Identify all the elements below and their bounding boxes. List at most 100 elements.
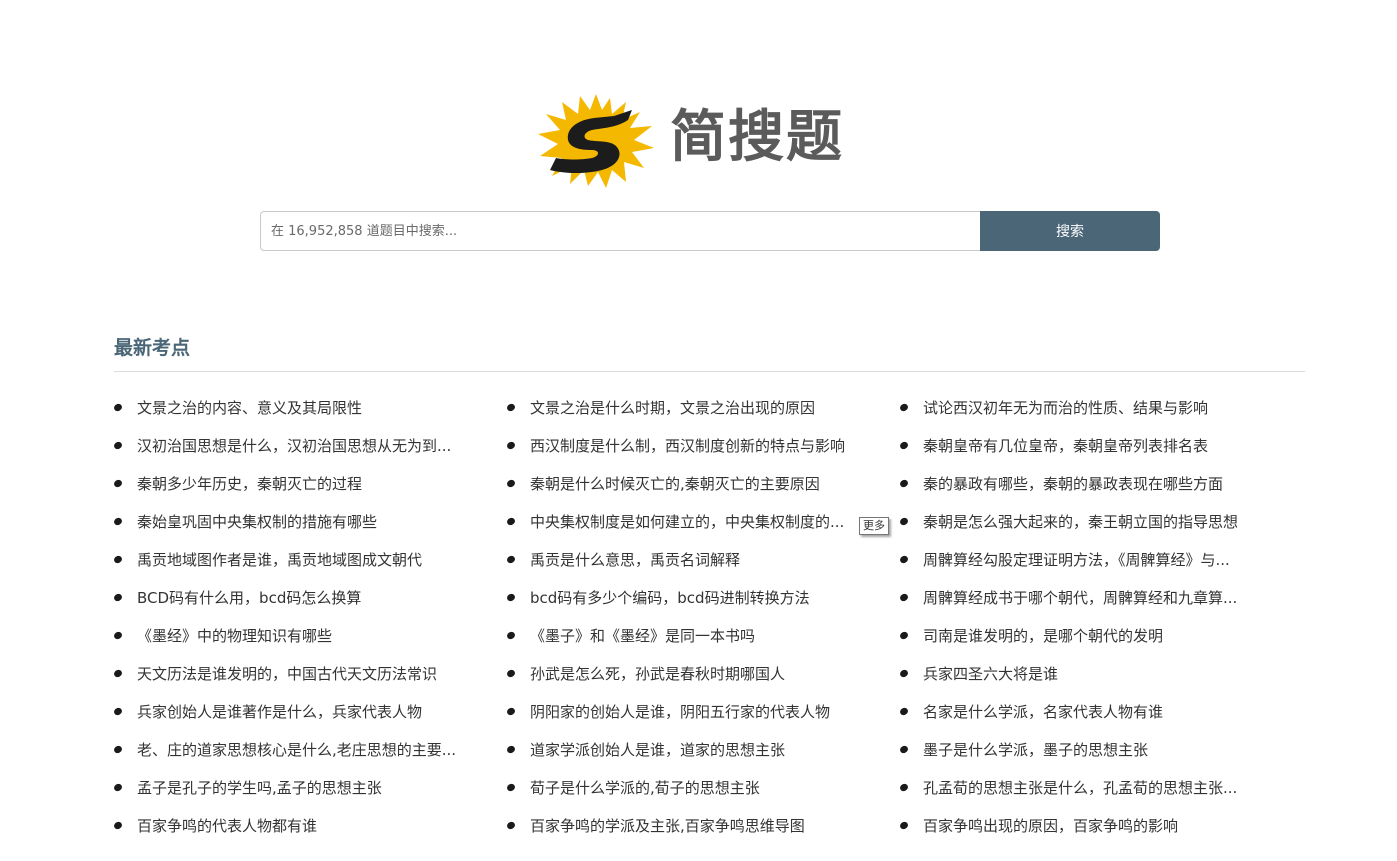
topic-link[interactable]: 禹贡地域图作者是谁，禹贡地域图成文朝代 [137, 549, 422, 570]
bullet-icon [114, 402, 124, 412]
bullet-icon [507, 630, 517, 640]
topic-link[interactable]: 道家学派创始人是谁，道家的思想主张 [530, 739, 785, 760]
topic-link[interactable]: 天文历法是谁发明的，中国古代天文历法常识 [137, 663, 437, 684]
section-divider [114, 371, 1305, 372]
topic-link[interactable]: 秦朝是什么时候灭亡的,秦朝灭亡的主要原因 [530, 473, 820, 494]
topic-link[interactable]: 名家是什么学派，名家代表人物有谁 [923, 701, 1163, 722]
list-item: 周髀算经成书于哪个朝代，周髀算经和九章算... [900, 578, 1305, 616]
list-item: 百家争鸣的学派及主张,百家争鸣思维导图 [507, 806, 900, 844]
list-item: 兵家四圣六大将是谁 [900, 654, 1305, 692]
bullet-icon [114, 554, 124, 564]
list-item: 道家学派创始人是谁，道家的思想主张 [507, 730, 900, 768]
topic-link[interactable]: 司南是谁发明的，是哪个朝代的发明 [923, 625, 1163, 646]
topic-link[interactable]: 《墨子》和《墨经》是同一本书吗 [530, 625, 755, 646]
s-splash-logo-icon [538, 94, 654, 188]
bullet-icon [507, 782, 517, 792]
bullet-icon [900, 592, 910, 602]
topic-link[interactable]: 孙武是怎么死，孙武是春秋时期哪国人 [530, 663, 785, 684]
topic-link[interactable]: 荀子是什么学派的,荀子的思想主张 [530, 777, 760, 798]
list-item: 禹贡地域图作者是谁，禹贡地域图成文朝代 [114, 540, 507, 578]
bullet-icon [900, 744, 910, 754]
topic-link[interactable]: 西汉制度是什么制，西汉制度创新的特点与影响 [530, 435, 845, 456]
list-item: 试论西汉初年无为而治的性质、结果与影响 [900, 388, 1305, 426]
topic-link[interactable]: BCD码有什么用，bcd码怎么换算 [137, 587, 361, 608]
topic-link[interactable]: 秦始皇巩固中央集权制的措施有哪些 [137, 511, 377, 532]
list-item: 司南是谁发明的，是哪个朝代的发明 [900, 616, 1305, 654]
topic-link[interactable]: 文景之治的内容、意义及其局限性 [137, 397, 362, 418]
list-item: 汉初治国思想是什么，汉初治国思想从无为到... [114, 426, 507, 464]
list-item: 秦朝多少年历史，秦朝灭亡的过程 [114, 464, 507, 502]
list-item: 百家争鸣出现的原因，百家争鸣的影响 [900, 806, 1305, 844]
bullet-icon [114, 744, 124, 754]
logo-text: 简搜题 [670, 105, 844, 170]
bullet-icon [507, 516, 517, 526]
bullet-icon [900, 820, 910, 830]
topic-link[interactable]: 兵家创始人是谁著作是什么，兵家代表人物 [137, 701, 422, 722]
list-item: 名家是什么学派，名家代表人物有谁 [900, 692, 1305, 730]
bullet-icon [900, 440, 910, 450]
bullet-icon [114, 630, 124, 640]
bullet-icon [114, 516, 124, 526]
topic-link[interactable]: 秦朝是怎么强大起来的，秦王朝立国的指导思想 [923, 511, 1238, 532]
bullet-icon [507, 744, 517, 754]
topic-link[interactable]: 文景之治是什么时期，文景之治出现的原因 [530, 397, 815, 418]
list-item: 《墨经》中的物理知识有哪些 [114, 616, 507, 654]
topic-list: 文景之治的内容、意义及其局限性 文景之治是什么时期，文景之治出现的原因 试论西汉… [114, 388, 1305, 844]
list-item: 秦朝皇帝有几位皇帝，秦朝皇帝列表排名表 [900, 426, 1305, 464]
list-item: 孙武是怎么死，孙武是春秋时期哪国人 [507, 654, 900, 692]
topic-link[interactable]: 周髀算经勾股定理证明方法，《周髀算经》与... [923, 549, 1230, 570]
topic-link[interactable]: 百家争鸣出现的原因，百家争鸣的影响 [923, 815, 1178, 836]
bullet-icon [900, 478, 910, 488]
topic-link[interactable]: 禹贡是什么意思，禹贡名词解释 [530, 549, 740, 570]
topic-link[interactable]: 秦朝皇帝有几位皇帝，秦朝皇帝列表排名表 [923, 435, 1208, 456]
list-item: 文景之治的内容、意义及其局限性 [114, 388, 507, 426]
topic-link[interactable]: 阴阳家的创始人是谁，阴阳五行家的代表人物 [530, 701, 830, 722]
search-form: 搜索 [260, 211, 1160, 251]
topic-link[interactable]: 孟子是孔子的学生吗,孟子的思想主张 [137, 777, 382, 798]
page: 简搜题 搜索 最新考点 文景之治的内容、意义及其局限性 文景之治是什么时期，文景… [0, 0, 1397, 861]
topic-link[interactable]: 兵家四圣六大将是谁 [923, 663, 1058, 684]
topic-link[interactable]: 中央集权制度是如何建立的，中央集权制度的... [530, 511, 844, 532]
list-item: 兵家创始人是谁著作是什么，兵家代表人物 [114, 692, 507, 730]
list-item: BCD码有什么用，bcd码怎么换算 [114, 578, 507, 616]
site-logo[interactable]: 简搜题 [536, 90, 866, 190]
list-item: 秦朝是怎么强大起来的，秦王朝立国的指导思想 [900, 502, 1305, 540]
list-item: 文景之治是什么时期，文景之治出现的原因 [507, 388, 900, 426]
topic-link[interactable]: 孔孟荀的思想主张是什么，孔孟荀的思想主张... [923, 777, 1237, 798]
more-tooltip: 更多 [859, 517, 889, 535]
topic-link[interactable]: bcd码有多少个编码，bcd码进制转换方法 [530, 587, 810, 608]
topic-link[interactable]: 秦朝多少年历史，秦朝灭亡的过程 [137, 473, 362, 494]
bullet-icon [507, 478, 517, 488]
list-item: bcd码有多少个编码，bcd码进制转换方法 [507, 578, 900, 616]
topic-link[interactable]: 汉初治国思想是什么，汉初治国思想从无为到... [137, 435, 451, 456]
bullet-icon [114, 440, 124, 450]
list-item: 秦始皇巩固中央集权制的措施有哪些 [114, 502, 507, 540]
topic-link[interactable]: 老、庄的道家思想核心是什么,老庄思想的主要... [137, 739, 456, 760]
topic-link[interactable]: 墨子是什么学派，墨子的思想主张 [923, 739, 1148, 760]
bullet-icon [900, 554, 910, 564]
topic-link[interactable]: 试论西汉初年无为而治的性质、结果与影响 [923, 397, 1208, 418]
topic-link[interactable]: 周髀算经成书于哪个朝代，周髀算经和九章算... [923, 587, 1237, 608]
list-item: 老、庄的道家思想核心是什么,老庄思想的主要... [114, 730, 507, 768]
bullet-icon [900, 782, 910, 792]
bullet-icon [507, 402, 517, 412]
list-item: 天文历法是谁发明的，中国古代天文历法常识 [114, 654, 507, 692]
topic-link[interactable]: 百家争鸣的学派及主张,百家争鸣思维导图 [530, 815, 805, 836]
logo-splash [538, 94, 654, 188]
bullet-icon [900, 668, 910, 678]
search-button[interactable]: 搜索 [980, 211, 1160, 251]
list-item: 墨子是什么学派，墨子的思想主张 [900, 730, 1305, 768]
bullet-icon [507, 668, 517, 678]
list-item: 孔孟荀的思想主张是什么，孔孟荀的思想主张... [900, 768, 1305, 806]
search-input[interactable] [260, 211, 980, 251]
topic-link[interactable]: 秦的暴政有哪些，秦朝的暴政表现在哪些方面 [923, 473, 1223, 494]
section-title: 最新考点 [114, 337, 191, 359]
topic-link[interactable]: 《墨经》中的物理知识有哪些 [137, 625, 332, 646]
bullet-icon [900, 516, 910, 526]
list-item: 百家争鸣的代表人物都有谁 [114, 806, 507, 844]
bullet-icon [114, 478, 124, 488]
list-item: 《墨子》和《墨经》是同一本书吗 [507, 616, 900, 654]
topic-link[interactable]: 百家争鸣的代表人物都有谁 [137, 815, 317, 836]
bullet-icon [507, 706, 517, 716]
bullet-icon [114, 820, 124, 830]
